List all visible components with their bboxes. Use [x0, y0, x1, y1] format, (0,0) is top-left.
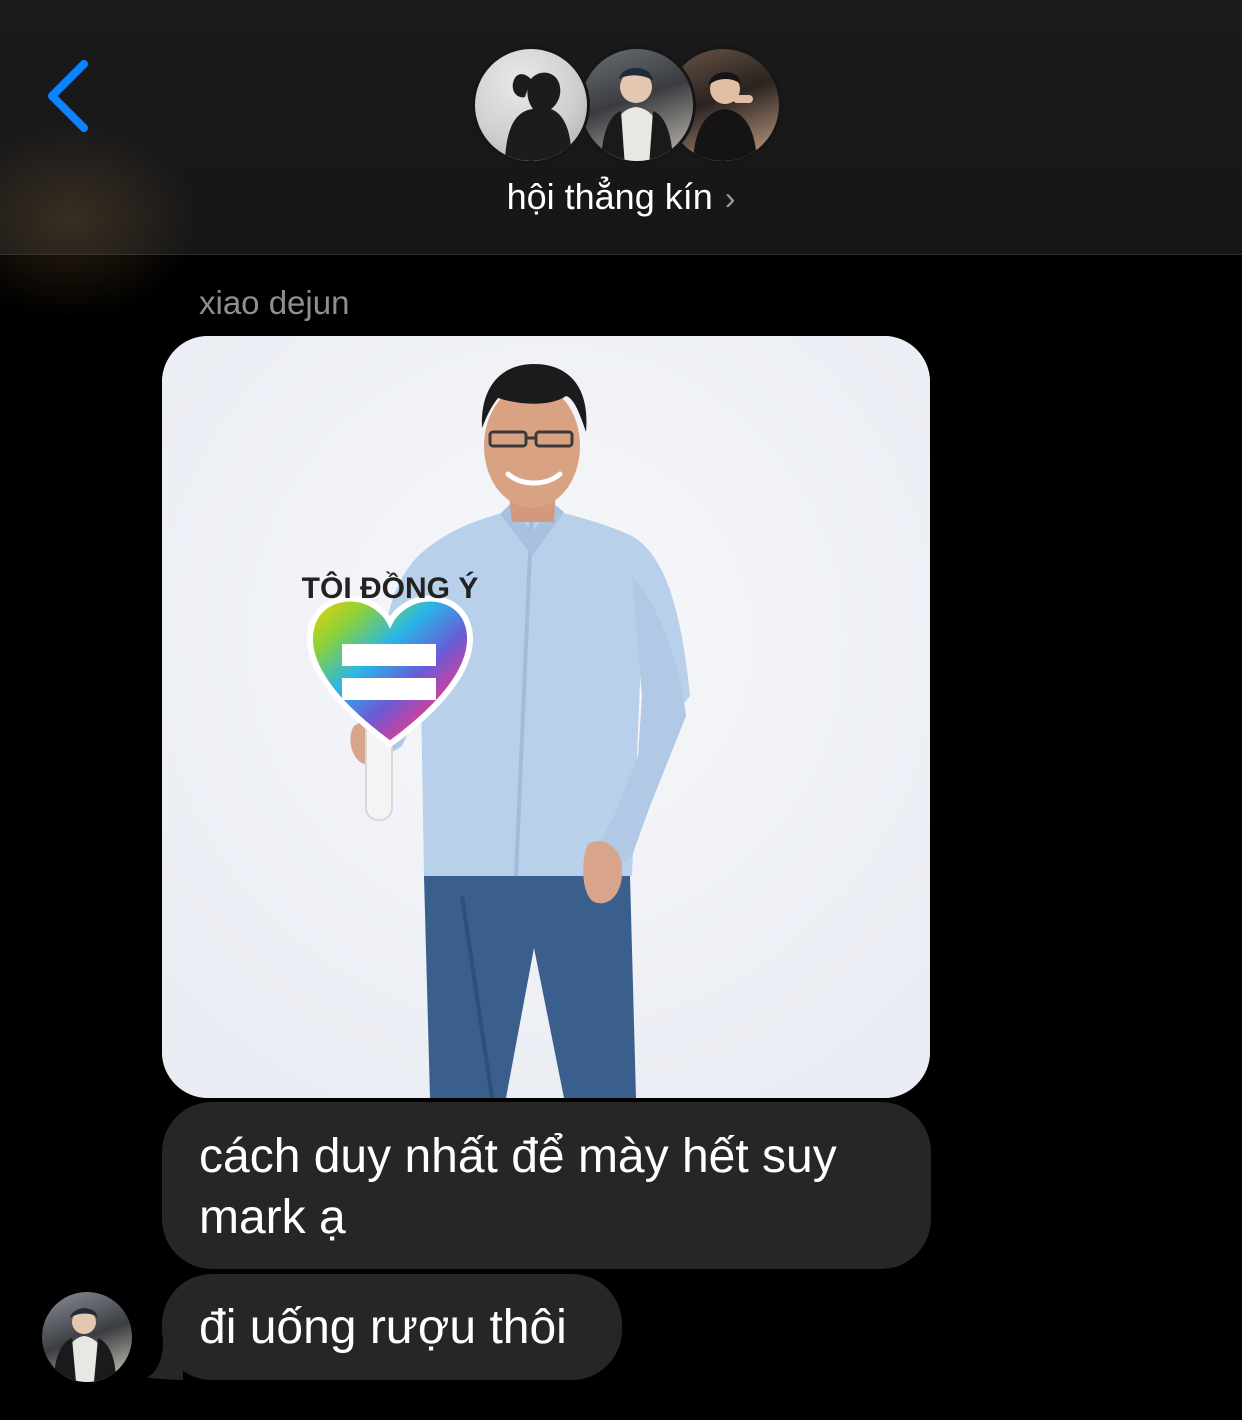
- chat-header: hội thẳng kín ›: [0, 0, 1242, 320]
- sender-name: xiao dejun: [199, 284, 350, 321]
- group-name: hội thẳng kín: [506, 176, 713, 217]
- back-button[interactable]: [40, 58, 100, 134]
- image-message[interactable]: TÔI ĐỒNG Ý: [162, 336, 930, 1098]
- sign-text: TÔI ĐỒNG Ý: [302, 571, 479, 605]
- message-text: cách duy nhất để mày hết suy mark ạ: [199, 1130, 837, 1244]
- shared-photo: TÔI ĐỒNG Ý: [162, 336, 930, 1098]
- message-text: đi uống rượu thôi: [199, 1301, 567, 1354]
- group-avatars[interactable]: [472, 46, 782, 168]
- group-member-avatar: [578, 46, 696, 164]
- sender-avatar[interactable]: [42, 1292, 132, 1382]
- text-message[interactable]: cách duy nhất để mày hết suy mark ạ: [162, 1102, 931, 1269]
- chevron-left-icon: [48, 60, 88, 132]
- text-message[interactable]: đi uống rượu thôi: [162, 1274, 622, 1380]
- group-member-avatar: [472, 46, 590, 164]
- group-name-button[interactable]: hội thẳng kín ›: [0, 176, 1242, 218]
- chevron-right-icon: ›: [724, 180, 736, 216]
- header-background-glow: [0, 120, 200, 320]
